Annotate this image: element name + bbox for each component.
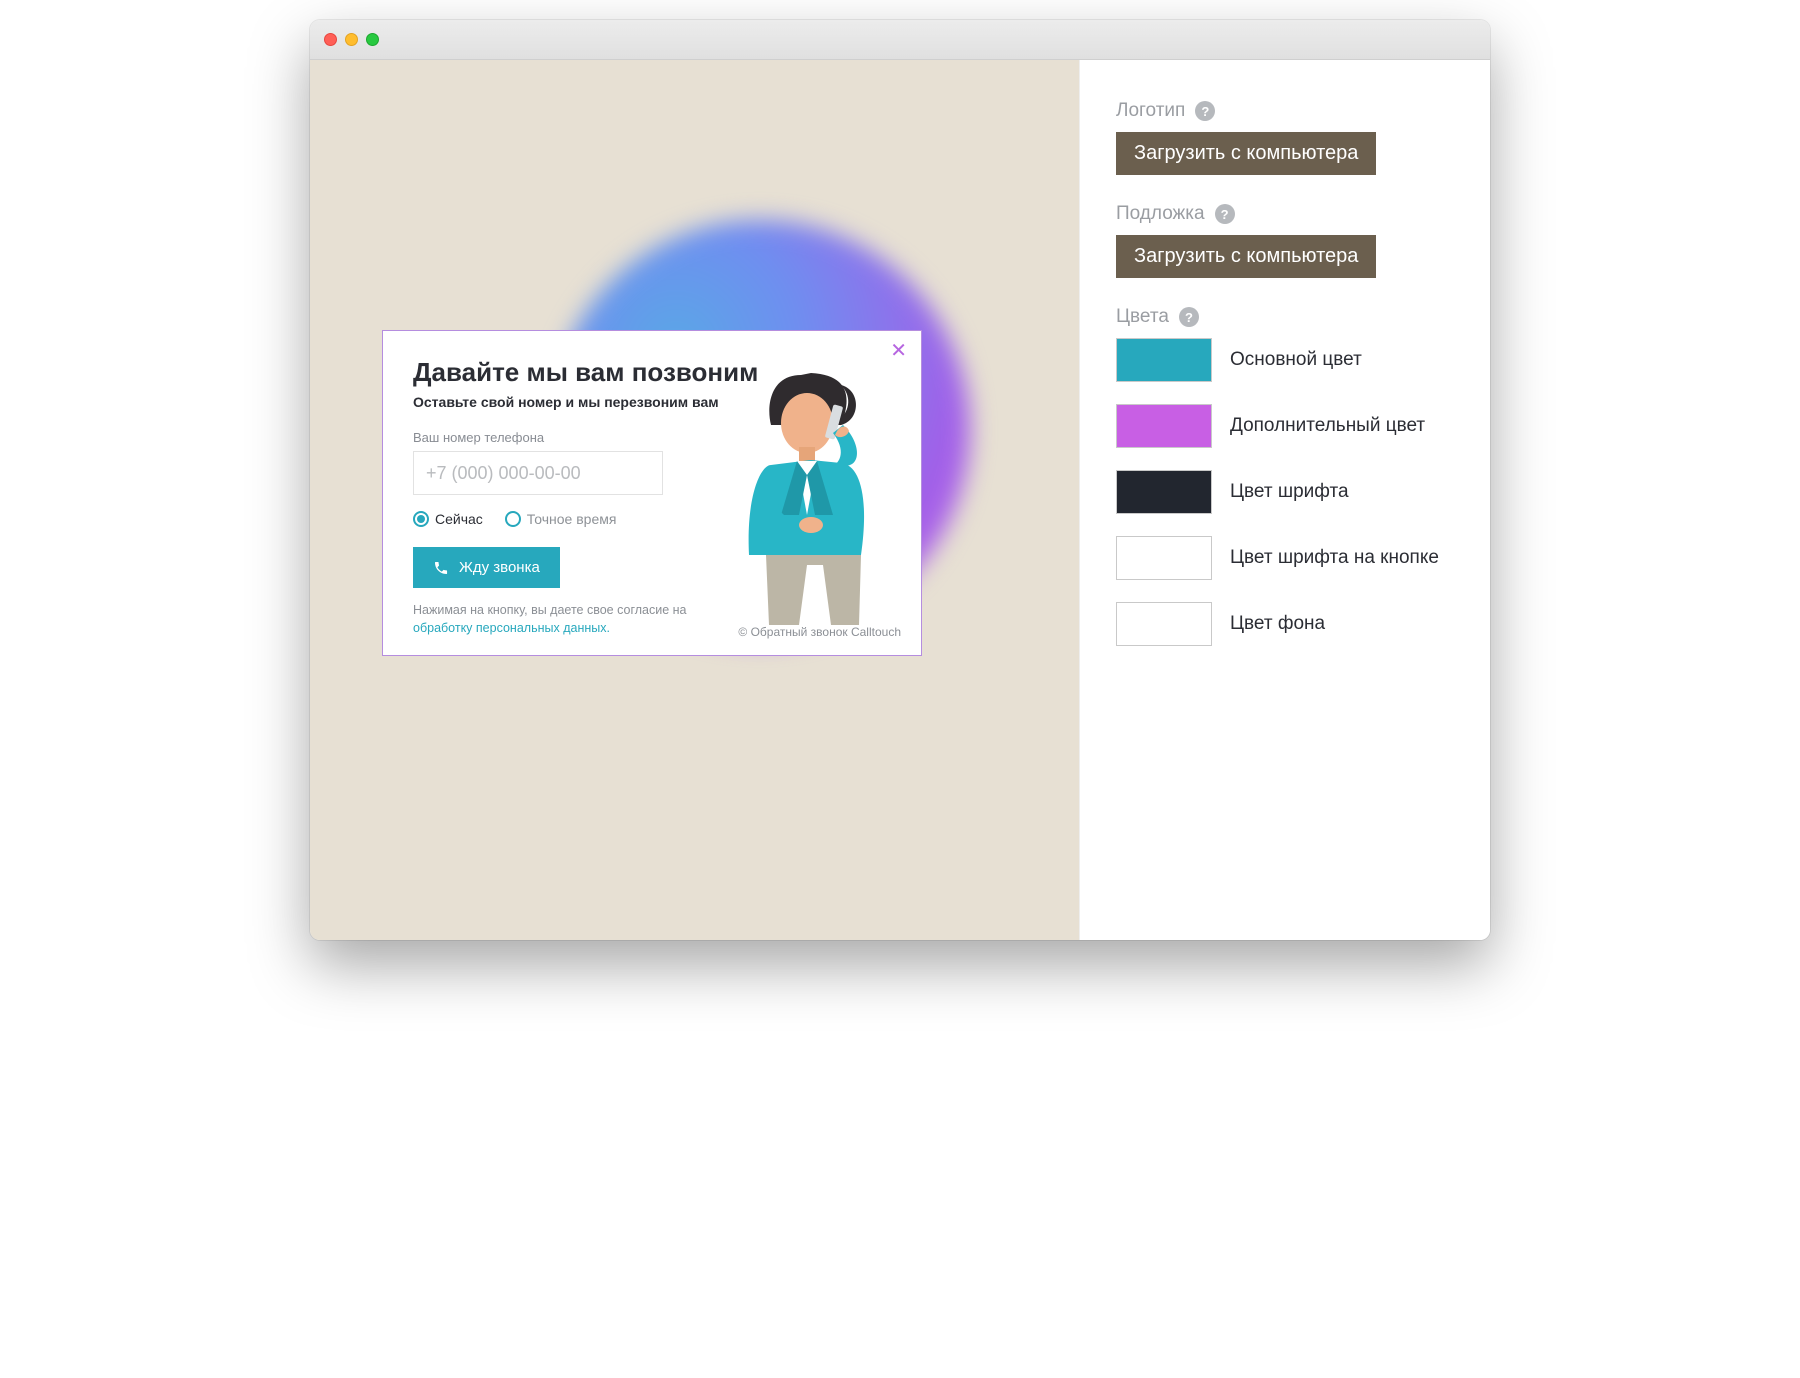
colors-label-text: Цвета [1116, 306, 1169, 328]
help-icon[interactable]: ? [1179, 307, 1199, 327]
color-swatch[interactable] [1116, 470, 1212, 514]
radio-exact-time[interactable]: Точное время [505, 511, 617, 527]
color-label: Дополнительный цвет [1230, 415, 1425, 437]
radio-unselected-icon [505, 511, 521, 527]
help-icon[interactable]: ? [1215, 204, 1235, 224]
radio-now-label: Сейчас [435, 511, 483, 527]
logo-label-text: Логотип [1116, 100, 1185, 122]
color-swatch[interactable] [1116, 338, 1212, 382]
preview-pane: ✕ Давайте мы вам позвоним Оставьте свой … [310, 60, 1080, 940]
titlebar [310, 20, 1490, 60]
radio-selected-icon [413, 511, 429, 527]
help-icon[interactable]: ? [1195, 101, 1215, 121]
upload-logo-button[interactable]: Загрузить с компьютера [1116, 132, 1376, 175]
call-button[interactable]: Жду звонка [413, 547, 560, 588]
settings-sidebar: Логотип ? Загрузить с компьютера Подложк… [1080, 60, 1490, 940]
color-swatch[interactable] [1116, 536, 1212, 580]
person-illustration [711, 365, 911, 625]
colors-section-label: Цвета ? [1116, 306, 1454, 328]
color-row: Цвет фона [1116, 602, 1454, 646]
mac-window: ✕ Давайте мы вам позвоним Оставьте свой … [310, 20, 1490, 940]
window-minimize-button[interactable] [345, 33, 358, 46]
consent-prefix: Нажимая на кнопку, вы даете свое согласи… [413, 603, 687, 617]
radio-exact-label: Точное время [527, 511, 617, 527]
background-section-label: Подложка ? [1116, 203, 1454, 225]
call-button-label: Жду звонка [459, 559, 540, 576]
consent-text: Нажимая на кнопку, вы даете свое согласи… [413, 602, 693, 637]
color-label: Цвет фона [1230, 613, 1325, 635]
phone-input[interactable]: +7 (000) 000-00-00 [413, 451, 663, 495]
color-swatch[interactable] [1116, 404, 1212, 448]
phone-icon [433, 560, 449, 576]
phone-placeholder: +7 (000) 000-00-00 [426, 463, 581, 484]
color-row: Дополнительный цвет [1116, 404, 1454, 448]
background-label-text: Подложка [1116, 203, 1205, 225]
color-swatch[interactable] [1116, 602, 1212, 646]
callback-widget: ✕ Давайте мы вам позвоним Оставьте свой … [382, 330, 922, 656]
radio-now[interactable]: Сейчас [413, 511, 483, 527]
upload-background-button[interactable]: Загрузить с компьютера [1116, 235, 1376, 278]
logo-section-label: Логотип ? [1116, 100, 1454, 122]
window-close-button[interactable] [324, 33, 337, 46]
widget-copyright: © Обратный звонок Calltouch [738, 625, 901, 639]
color-label: Цвет шрифта [1230, 481, 1349, 503]
color-row: Цвет шрифта на кнопке [1116, 536, 1454, 580]
window-zoom-button[interactable] [366, 33, 379, 46]
close-icon[interactable]: ✕ [890, 341, 907, 361]
consent-link[interactable]: обработку персональных данных. [413, 621, 610, 635]
color-label: Цвет шрифта на кнопке [1230, 547, 1439, 569]
color-label: Основной цвет [1230, 349, 1362, 371]
color-row: Цвет шрифта [1116, 470, 1454, 514]
color-row: Основной цвет [1116, 338, 1454, 382]
